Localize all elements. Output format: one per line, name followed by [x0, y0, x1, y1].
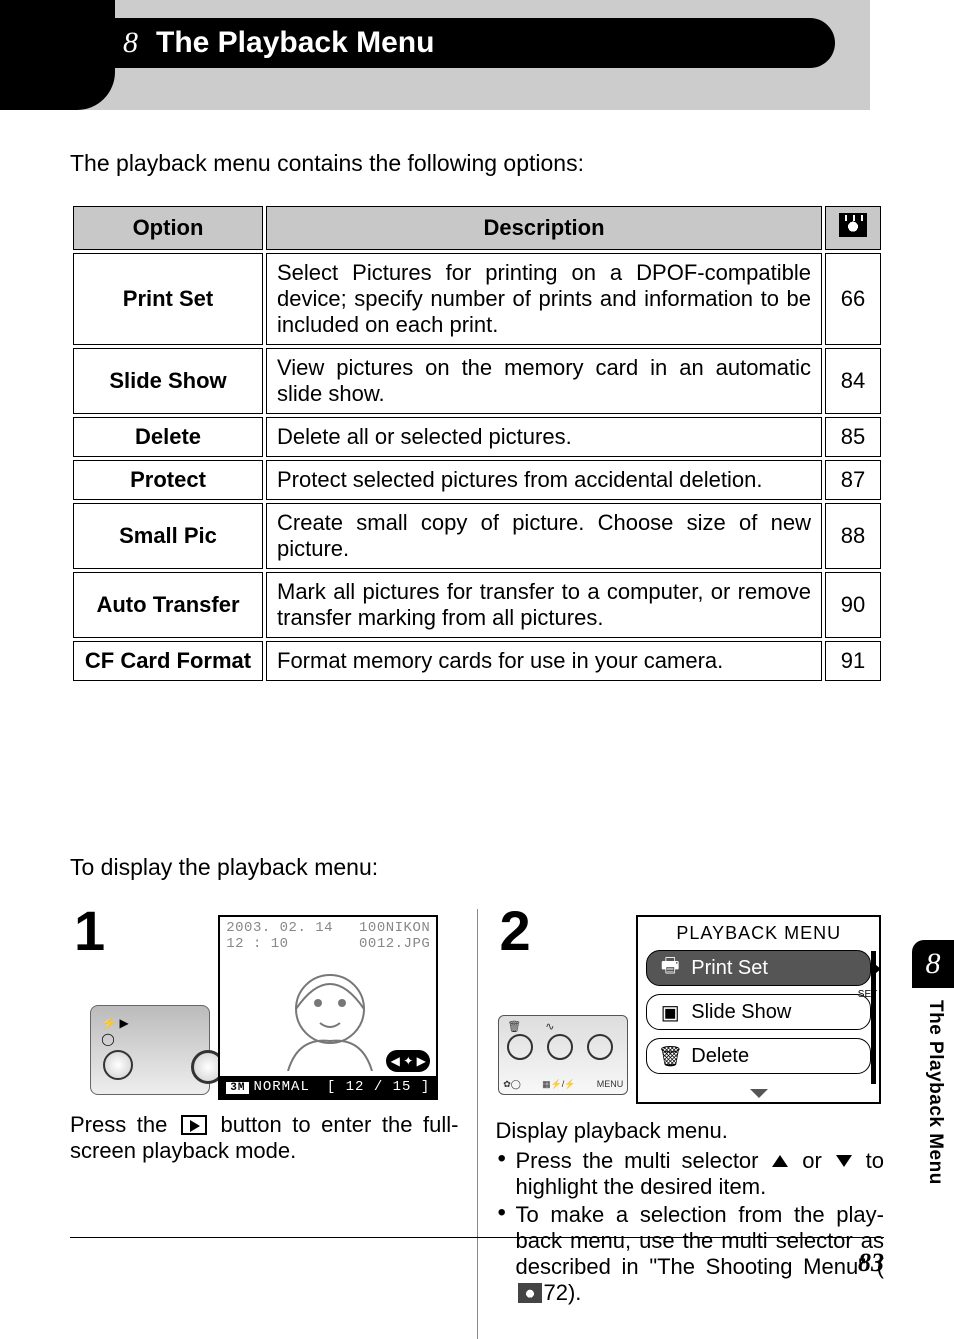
lcd-nav-arrows-icon: ◀ ✦ ▶: [386, 1050, 430, 1072]
opt-name: Protect: [73, 460, 263, 500]
opt-desc: Select Pictures for printing on a DPOF-c…: [266, 253, 822, 345]
opt-desc: Protect selected pictures from accidenta…: [266, 460, 822, 500]
table-row: Delete Delete all or selected pictures. …: [73, 417, 881, 457]
camera-back-button-icon: [507, 1034, 533, 1060]
page-ref-icon: [518, 1283, 542, 1303]
step2-caption: Display playback menu. Press the multi s…: [496, 1118, 885, 1306]
menu-item-delete[interactable]: 🗑 Delete: [646, 1038, 871, 1074]
opt-page: 85: [825, 417, 881, 457]
opt-name: Print Set: [73, 253, 263, 345]
side-chapter-tab: 8: [912, 940, 954, 988]
th-option: Option: [73, 206, 263, 250]
opt-page: 88: [825, 503, 881, 569]
printer-icon: 🖶: [659, 951, 681, 985]
footer-rule: [70, 1237, 884, 1238]
table-row: Auto Transfer Mark all pictures for tran…: [73, 572, 881, 638]
step-2: 2 🗑∿ ✿◯▦⚡/⚡MENU PLAYBACK MENU 🖶 Print Se…: [496, 909, 885, 1339]
lcd-preview: 2003. 02. 14 12 : 10 100NIKON 0012.JPG: [218, 915, 438, 1100]
opt-desc: View pictures on the memory card in an a…: [266, 348, 822, 414]
chapter-title-text: The Playback Menu: [156, 26, 434, 60]
step1-figure: ⚡ ▶◯ 2003. 02. 14 12 : 10 100NIKON 0012.…: [70, 915, 459, 1100]
lcd-status-bar: 3M NORMAL [ 12 / 15 ]: [220, 1076, 436, 1098]
opt-desc: Delete all or selected pictures.: [266, 417, 822, 457]
opt-page: 84: [825, 348, 881, 414]
menu-item-slide-show[interactable]: ▣ Slide Show: [646, 994, 871, 1030]
camera-back-button-icon: [547, 1034, 573, 1060]
menu-item-label: Delete: [691, 1045, 749, 1068]
table-row: Slide Show View pictures on the memory c…: [73, 348, 881, 414]
opt-name: Slide Show: [73, 348, 263, 414]
playback-button-icon: [181, 1115, 207, 1135]
playback-menu-screen: PLAYBACK MENU 🖶 Print Set ▣ Slide Show 🗑…: [636, 915, 881, 1104]
menu-item-print-set[interactable]: 🖶 Print Set: [646, 950, 871, 986]
opt-page: 66: [825, 253, 881, 345]
chapter-number: 8: [123, 26, 138, 60]
lcd-time: 12 : 10: [226, 936, 333, 952]
opt-name: Delete: [73, 417, 263, 457]
menu-down-arrow-icon: [750, 1089, 768, 1098]
camera-back-illustration: 🗑∿ ✿◯▦⚡/⚡MENU: [498, 1015, 628, 1095]
lcd-size-badge: 3M: [226, 1082, 249, 1094]
trash-icon: 🗑: [659, 1044, 681, 1069]
step2-figure: 🗑∿ ✿◯▦⚡/⚡MENU PLAYBACK MENU 🖶 Print Set …: [496, 915, 885, 1104]
menu-item-label: Slide Show: [691, 1001, 791, 1024]
opt-page: 91: [825, 641, 881, 681]
camera-button-icon: [103, 1050, 133, 1080]
camera-mode-icons: ⚡ ▶◯: [101, 1016, 129, 1047]
table-row: CF Card Format Format memory cards for u…: [73, 641, 881, 681]
lcd-file: 0012.JPG: [359, 936, 430, 952]
th-description: Description: [266, 206, 822, 250]
table-row: Small Pic Create small copy of picture. …: [73, 503, 881, 569]
table-row: Print Set Select Pictures for printing o…: [73, 253, 881, 345]
step2-bullet-2: To make a selection from the play-back m…: [496, 1202, 885, 1306]
header-tab: [0, 0, 115, 110]
menu-item-label: Print Set: [691, 957, 768, 980]
slideshow-icon: ▣: [659, 1000, 681, 1025]
lcd-date: 2003. 02. 14: [226, 920, 333, 936]
table-row: Protect Protect selected pictures from a…: [73, 460, 881, 500]
up-arrow-icon: [772, 1155, 788, 1167]
opt-page: 90: [825, 572, 881, 638]
opt-desc: Mark all pictures for transfer to a comp…: [266, 572, 822, 638]
header-band: 8 The Playback Menu: [0, 0, 870, 110]
opt-desc: Create small copy of picture. Choose siz…: [266, 503, 822, 569]
step2-bullet-1: Press the multi selector or to highlight…: [496, 1148, 885, 1200]
opt-name: Auto Transfer: [73, 572, 263, 638]
chapter-title-bar: 8 The Playback Menu: [105, 18, 835, 68]
camera-front-illustration: ⚡ ▶◯: [90, 1005, 210, 1095]
camera-back-button-icon: [587, 1034, 613, 1060]
opt-page: 87: [825, 460, 881, 500]
menu-scrollbar[interactable]: [871, 951, 876, 1084]
display-menu-heading: To display the playback menu:: [70, 854, 884, 881]
options-table: Option Description Print Set Select Pict…: [70, 203, 884, 684]
down-arrow-icon: [836, 1155, 852, 1167]
side-chapter-label: The Playback Menu: [924, 1000, 946, 1185]
step-1: 1 ⚡ ▶◯ 2003. 02. 14 12 : 10 100NIKON: [70, 909, 459, 1339]
menu-button-label: MENU: [597, 1079, 624, 1090]
step-divider: [477, 909, 478, 1339]
page-ref-icon: [839, 213, 867, 237]
lcd-photo-illustration: [250, 961, 410, 1071]
lcd-quality: NORMAL: [253, 1079, 309, 1095]
step-number: 1: [74, 903, 105, 959]
opt-desc: Format memory cards for use in your came…: [266, 641, 822, 681]
step-number: 2: [500, 903, 531, 959]
menu-screen-title: PLAYBACK MENU: [646, 923, 871, 944]
lcd-folder: 100NIKON: [359, 920, 430, 936]
opt-name: Small Pic: [73, 503, 263, 569]
step2-line1: Display playback menu.: [496, 1118, 885, 1144]
intro-paragraph: The playback menu contains the following…: [70, 150, 884, 177]
step1-caption: Press the button to enter the full-scree…: [70, 1112, 459, 1164]
page-content: The playback menu contains the following…: [0, 110, 954, 1339]
opt-name: CF Card Format: [73, 641, 263, 681]
page-number: 83: [858, 1248, 884, 1278]
transfer-icon: ∿: [545, 1020, 554, 1033]
trash-icon: 🗑: [507, 1020, 521, 1033]
th-page-icon: [825, 206, 881, 250]
lcd-counter: [ 12 / 15 ]: [327, 1079, 430, 1095]
steps-row: 1 ⚡ ▶◯ 2003. 02. 14 12 : 10 100NIKON: [70, 909, 884, 1339]
